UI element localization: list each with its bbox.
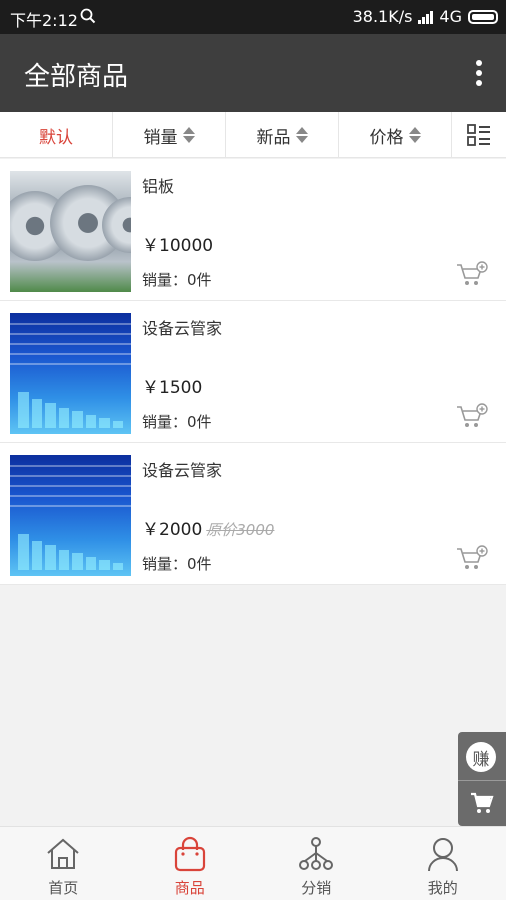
more-menu-icon[interactable] — [474, 60, 484, 86]
tab-products-label: 商品 — [174, 879, 205, 897]
shopping-bag-icon — [172, 835, 208, 873]
sort-arrows-icon — [408, 127, 421, 143]
sort-default[interactable]: 默认 — [0, 112, 113, 158]
product-price-row: ￥10000 — [142, 231, 213, 256]
product-item[interactable]: 铝板 ￥10000 销量：0件 — [0, 159, 506, 301]
bottom-tab-bar: 首页 商品 分销 我的 — [0, 826, 506, 900]
app-header: 全部商品 — [0, 34, 506, 112]
tab-home-label: 首页 — [48, 879, 79, 897]
divider — [458, 780, 506, 781]
status-bar: 下午2:12 38.1K/s 4G — [0, 0, 506, 34]
sort-price[interactable]: 价格 — [339, 112, 452, 158]
status-time: 下午2:12 — [10, 11, 78, 30]
sort-price-label: 价格 — [369, 127, 404, 148]
product-name: 设备云管家 — [142, 461, 223, 480]
tab-distribution[interactable]: 分销 — [253, 827, 380, 900]
tab-home[interactable]: 首页 — [0, 827, 127, 900]
battery-icon — [468, 9, 498, 24]
cart-icon[interactable] — [470, 792, 494, 818]
search-icon — [80, 8, 96, 28]
signal-icon — [418, 10, 434, 24]
product-image[interactable] — [10, 455, 131, 576]
sort-arrows-icon — [295, 127, 308, 143]
product-sales: 销量：0件 — [142, 413, 212, 431]
sort-new-label: 新品 — [256, 127, 291, 148]
product-item[interactable]: 设备云管家 ￥2000 原价3000 销量：0件 — [0, 443, 506, 585]
add-to-cart-icon[interactable] — [456, 545, 488, 571]
product-price-row: ￥1500 — [142, 373, 202, 398]
page-title: 全部商品 — [24, 62, 129, 92]
product-name: 铝板 — [142, 177, 175, 196]
network-tree-icon — [298, 835, 334, 873]
original-price: 原价3000 — [206, 521, 275, 539]
sort-arrows-icon — [182, 127, 195, 143]
tab-mine-label: 我的 — [427, 879, 458, 897]
floating-side-panel: 赚 — [458, 732, 506, 826]
earn-button[interactable]: 赚 — [466, 742, 496, 772]
product-list: 铝板 ￥10000 销量：0件 设备云管家 ￥1500 销量：0件 设备云管家 … — [0, 159, 506, 585]
product-item[interactable]: 设备云管家 ￥1500 销量：0件 — [0, 301, 506, 443]
product-sales: 销量：0件 — [142, 271, 212, 289]
sort-sales[interactable]: 销量 — [113, 112, 226, 158]
home-icon — [45, 835, 81, 873]
product-price: ￥2000 — [142, 520, 203, 540]
add-to-cart-icon[interactable] — [456, 403, 488, 429]
sort-default-label: 默认 — [39, 127, 73, 148]
sort-new[interactable]: 新品 — [226, 112, 339, 158]
sort-sales-label: 销量 — [143, 127, 178, 148]
product-image[interactable] — [10, 313, 131, 434]
network-speed: 38.1K/s — [352, 7, 413, 26]
product-price: ￥1500 — [142, 378, 203, 398]
product-name: 设备云管家 — [142, 319, 223, 338]
sort-bar: 默认 销量 新品 价格 — [0, 112, 506, 158]
tab-products[interactable]: 商品 — [127, 827, 254, 900]
product-price: ￥10000 — [142, 236, 214, 256]
list-view-toggle-icon[interactable] — [452, 112, 506, 158]
product-image[interactable] — [10, 171, 131, 292]
network-type: 4G — [439, 7, 462, 26]
user-icon — [425, 835, 461, 873]
tab-mine[interactable]: 我的 — [380, 827, 506, 900]
product-price-row: ￥2000 原价3000 — [142, 515, 274, 540]
add-to-cart-icon[interactable] — [456, 261, 488, 287]
tab-distribution-label: 分销 — [301, 879, 332, 897]
product-sales: 销量：0件 — [142, 555, 212, 573]
